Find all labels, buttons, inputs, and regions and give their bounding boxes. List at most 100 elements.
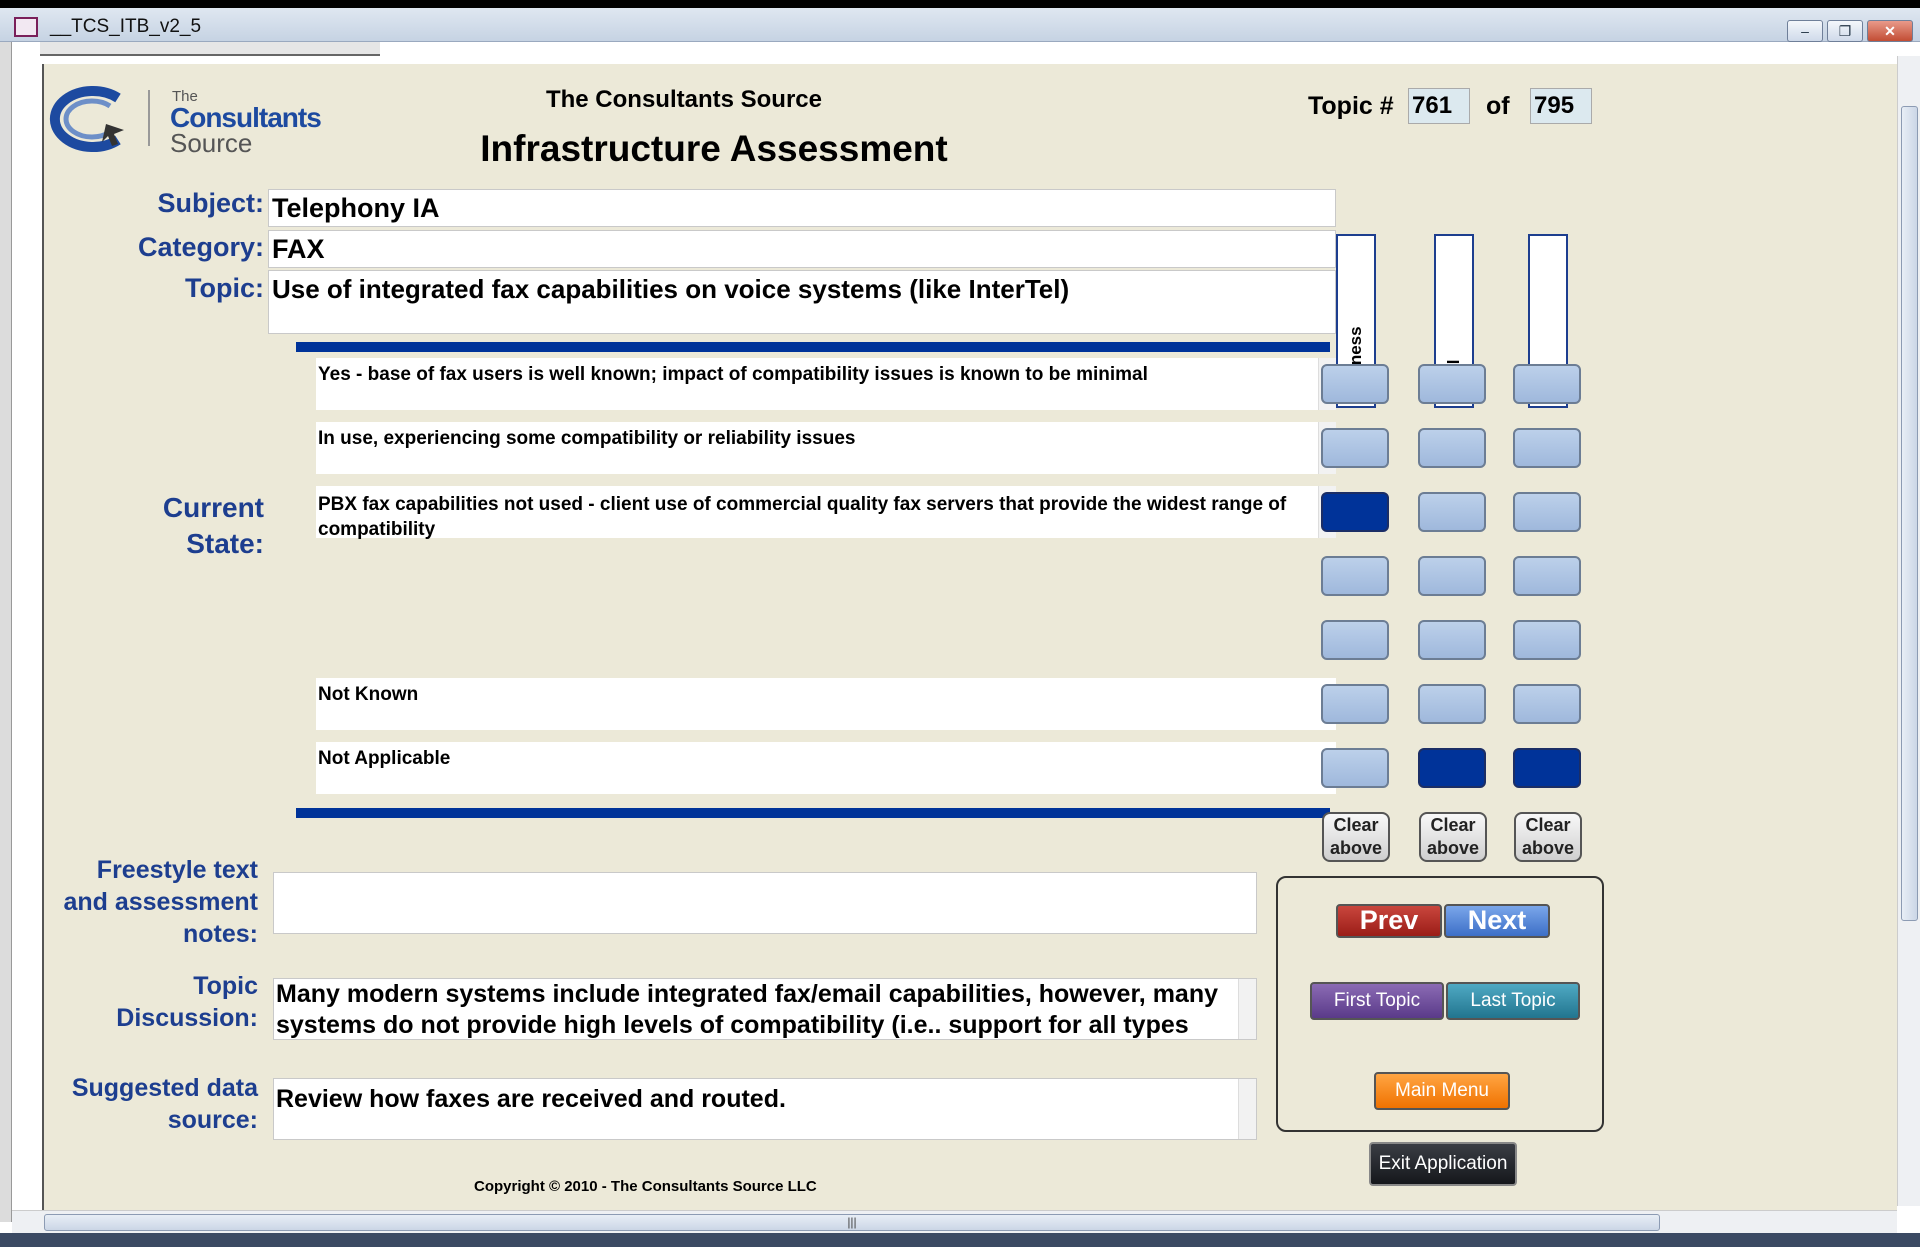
state-option-1: Yes - base of fax users is well known; i…	[316, 358, 1336, 410]
data-source-scrollbar[interactable]	[1238, 1079, 1256, 1139]
topic-field[interactable]: Use of integrated fax capabilities on vo…	[268, 270, 1336, 334]
vertical-scroll-thumb[interactable]	[1901, 106, 1918, 921]
taskbar	[0, 1233, 1920, 1247]
state-option-6-text: Not Known	[318, 684, 419, 705]
clear-business-line1: Clear	[1333, 815, 1379, 835]
subject-field[interactable]: Telephony IA	[268, 189, 1336, 227]
web-option-1-button[interactable]	[1513, 364, 1581, 404]
app-icon	[14, 17, 38, 37]
state-option-3-text: PBX fax capabilities not used - client u…	[318, 494, 1287, 540]
state-option-2-text: In use, experiencing some compatibility …	[318, 428, 856, 449]
horizontal-scroll-thumb[interactable]: |||	[44, 1214, 1660, 1231]
horizontal-scrollbar[interactable]: |||	[12, 1210, 1897, 1233]
email-option-2-button[interactable]	[1418, 428, 1486, 468]
assessment-form: The Consultants Source The Consultants S…	[42, 64, 1897, 1210]
clear-web-line2: above	[1521, 838, 1575, 858]
email-option-5-button[interactable]	[1418, 620, 1486, 660]
separator-bottom	[296, 808, 1330, 818]
freestyle-label-line2: and assessment	[63, 888, 258, 916]
web-option-2-button[interactable]	[1513, 428, 1581, 468]
state-option-6: Not Known	[316, 678, 1336, 730]
discussion-label: Topic Discussion:	[54, 970, 258, 1034]
copyright-text: Copyright © 2010 - The Consultants Sourc…	[474, 1178, 817, 1195]
navigation-panel: Prev Next First Topic Last Topic Main Me…	[1276, 876, 1604, 1132]
state-option-7: Not Applicable	[316, 742, 1336, 794]
clear-email-button[interactable]: Clear above	[1419, 812, 1487, 862]
topic-discussion-text: Many modern systems include integrated f…	[276, 980, 1219, 1039]
business-option-2-button[interactable]	[1321, 428, 1389, 468]
freestyle-label: Freestyle text and assessment notes:	[54, 854, 258, 950]
topic-number-field[interactable]: 761	[1408, 88, 1470, 124]
exit-application-button[interactable]: Exit Application	[1369, 1142, 1517, 1186]
category-field[interactable]: FAX	[268, 230, 1336, 268]
current-state-label-line1: Current	[162, 492, 264, 523]
clear-web-line1: Clear	[1525, 815, 1571, 835]
clear-email-line2: above	[1426, 838, 1480, 858]
subject-label: Subject:	[157, 188, 264, 218]
freestyle-label-line1: Freestyle text	[96, 856, 258, 884]
business-option-5-button[interactable]	[1321, 620, 1389, 660]
left-edge-panel	[0, 42, 12, 1222]
consultants-logo-icon	[49, 86, 124, 152]
business-option-3-button[interactable]	[1321, 492, 1389, 532]
email-option-1-button[interactable]	[1418, 364, 1486, 404]
logo-divider	[148, 90, 150, 146]
clear-business-button[interactable]: Clear above	[1322, 812, 1390, 862]
clear-web-button[interactable]: Clear above	[1514, 812, 1582, 862]
web-option-5-button[interactable]	[1513, 620, 1581, 660]
clear-email-line1: Clear	[1430, 815, 1476, 835]
business-option-1-button[interactable]	[1321, 364, 1389, 404]
web-option-4-button[interactable]	[1513, 556, 1581, 596]
next-button[interactable]: Next	[1444, 904, 1550, 938]
logo-source: Source	[170, 128, 253, 158]
state-option-1-text: Yes - base of fax users is well known; i…	[318, 364, 1148, 385]
topic-label: Topic:	[185, 273, 264, 303]
web-option-6-button[interactable]	[1513, 684, 1581, 724]
business-option-6-button[interactable]	[1321, 684, 1389, 724]
screen-top-bar	[0, 0, 1920, 8]
last-topic-button[interactable]: Last Topic	[1446, 982, 1580, 1020]
vertical-scrollbar[interactable]	[1897, 56, 1920, 1206]
current-state-label-line2: State:	[186, 528, 264, 559]
title-bar: __TCS_ITB_v2_5 ‒ ❐ ✕	[0, 8, 1920, 42]
state-option-2: In use, experiencing some compatibility …	[316, 422, 1336, 474]
business-option-7-button[interactable]	[1321, 748, 1389, 788]
separator-top	[296, 342, 1330, 352]
web-option-3-button[interactable]	[1513, 492, 1581, 532]
topic-total-field: 795	[1530, 88, 1592, 124]
window-title: __TCS_ITB_v2_5	[50, 16, 202, 37]
topic-of-label: of	[1486, 92, 1510, 120]
email-option-3-button[interactable]	[1418, 492, 1486, 532]
topic-counter-label: Topic #	[1308, 92, 1394, 120]
topic-discussion-scrollbar[interactable]	[1238, 979, 1256, 1039]
business-option-4-button[interactable]	[1321, 556, 1389, 596]
document-tab[interactable]	[40, 42, 380, 56]
data-source-label-line1: Suggested data	[71, 1074, 258, 1102]
restore-button[interactable]: ❐	[1827, 20, 1863, 42]
first-topic-button[interactable]: First Topic	[1310, 982, 1444, 1020]
discussion-label-line1: Topic	[193, 972, 258, 1000]
topic-discussion-field[interactable]: Many modern systems include integrated f…	[273, 978, 1257, 1040]
company-name: The Consultants Source	[545, 86, 823, 113]
freestyle-label-line3: notes:	[183, 920, 258, 948]
main-menu-button[interactable]: Main Menu	[1374, 1072, 1510, 1110]
state-option-7-text: Not Applicable	[318, 748, 451, 769]
data-source-text: Review how faxes are received and routed…	[276, 1085, 786, 1113]
close-button[interactable]: ✕	[1867, 20, 1913, 42]
email-option-4-button[interactable]	[1418, 556, 1486, 596]
page-title: Infrastructure Assessment	[480, 128, 948, 169]
clear-business-line2: above	[1329, 838, 1383, 858]
data-source-label-line2: source:	[167, 1106, 258, 1134]
application-window: __TCS_ITB_v2_5 ‒ ❐ ✕ The Consultants Sou…	[0, 0, 1920, 1247]
state-option-3: PBX fax capabilities not used - client u…	[316, 486, 1336, 540]
email-option-7-button[interactable]	[1418, 748, 1486, 788]
current-state-label: Current State:	[84, 490, 264, 562]
category-label: Category:	[137, 232, 264, 262]
web-option-7-button[interactable]	[1513, 748, 1581, 788]
email-option-6-button[interactable]	[1418, 684, 1486, 724]
freestyle-notes-field[interactable]	[273, 872, 1257, 934]
minimize-button[interactable]: ‒	[1787, 20, 1823, 42]
data-source-field[interactable]: Review how faxes are received and routed…	[273, 1078, 1257, 1140]
prev-button[interactable]: Prev	[1336, 904, 1442, 938]
discussion-label-line2: Discussion:	[116, 1004, 258, 1032]
